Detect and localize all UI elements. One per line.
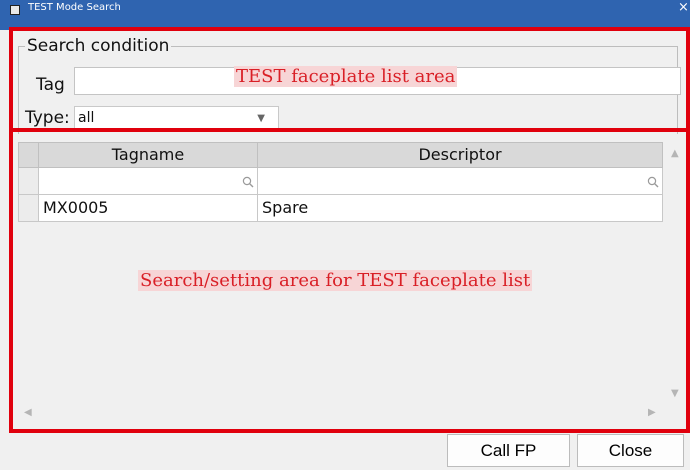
window-title: TEST Mode Search <box>28 2 121 13</box>
close-button[interactable]: Close <box>577 434 684 467</box>
app-icon <box>10 5 20 15</box>
call-fp-button[interactable]: Call FP <box>447 434 570 467</box>
window-close-icon[interactable]: × <box>678 0 689 15</box>
title-bar: TEST Mode Search × <box>0 0 690 30</box>
faceplate-list-area-label: TEST faceplate list area <box>234 66 458 87</box>
search-setting-area-label: Search/setting area for TEST faceplate l… <box>138 270 533 291</box>
